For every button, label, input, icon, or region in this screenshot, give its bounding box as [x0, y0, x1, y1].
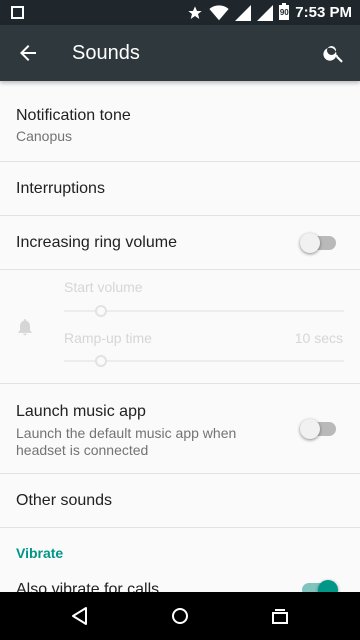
vibrate-for-calls-item[interactable]: Also vibrate for calls [0, 570, 360, 592]
other-sounds-label: Other sounds [16, 492, 113, 509]
star-icon [188, 5, 202, 19]
launch-music-app-label: Launch music app [16, 403, 146, 420]
notification-tone-value: Canopus [16, 128, 73, 144]
settings-list: Notification tone Canopus Interruptions … [0, 81, 360, 592]
vibrate-section-header: Vibrate [16, 545, 64, 561]
increasing-ring-volume-switch[interactable] [300, 233, 336, 253]
launch-music-app-switch[interactable] [300, 419, 336, 439]
wifi-icon [209, 4, 229, 20]
vibrate-for-calls-label: Also vibrate for calls [16, 581, 160, 592]
other-sounds-item[interactable]: Other sounds [0, 474, 360, 528]
increasing-ring-volume-label: Increasing ring volume [16, 234, 177, 251]
page-title: Sounds [72, 42, 140, 64]
notification-square-icon [11, 6, 24, 19]
home-nav-icon[interactable] [168, 604, 192, 628]
ramp-up-time-slider[interactable] [95, 355, 107, 367]
interruptions-label: Interruptions [16, 180, 105, 197]
recents-nav-icon[interactable] [268, 604, 292, 628]
back-arrow-icon[interactable] [16, 41, 40, 65]
navigation-bar [0, 592, 360, 640]
launch-music-app-summary: Launch the default music app when headse… [16, 425, 237, 458]
launch-music-app-item[interactable]: Launch music app Launch the default musi… [0, 384, 360, 474]
signal-icon [235, 4, 252, 21]
ramp-up-time-value: 10 secs [294, 330, 343, 346]
interruptions-item[interactable]: Interruptions [0, 162, 360, 216]
notification-tone-item[interactable]: Notification tone Canopus [0, 81, 360, 162]
bell-icon [18, 319, 32, 336]
start-volume-slider[interactable] [95, 305, 107, 317]
status-time: 7:53 PM [295, 4, 352, 21]
status-icons: 90 7:53 PM [187, 0, 352, 25]
vibrate-for-calls-switch[interactable] [302, 580, 338, 592]
status-bar: 90 7:53 PM [0, 0, 360, 25]
signal-2-icon [257, 4, 274, 21]
ramp-up-time-label: Ramp-up time [64, 330, 152, 346]
notification-tone-label: Notification tone [16, 107, 131, 124]
app-bar: Sounds [0, 25, 360, 81]
back-nav-icon[interactable] [68, 604, 92, 628]
increasing-ring-volume-item[interactable]: Increasing ring volume [0, 216, 360, 270]
search-icon[interactable] [322, 41, 346, 65]
ring-volume-ramp-panel: Start volume Ramp-up time 10 secs [0, 270, 360, 384]
battery-icon: 90 [279, 3, 290, 20]
start-volume-label: Start volume [64, 279, 143, 295]
